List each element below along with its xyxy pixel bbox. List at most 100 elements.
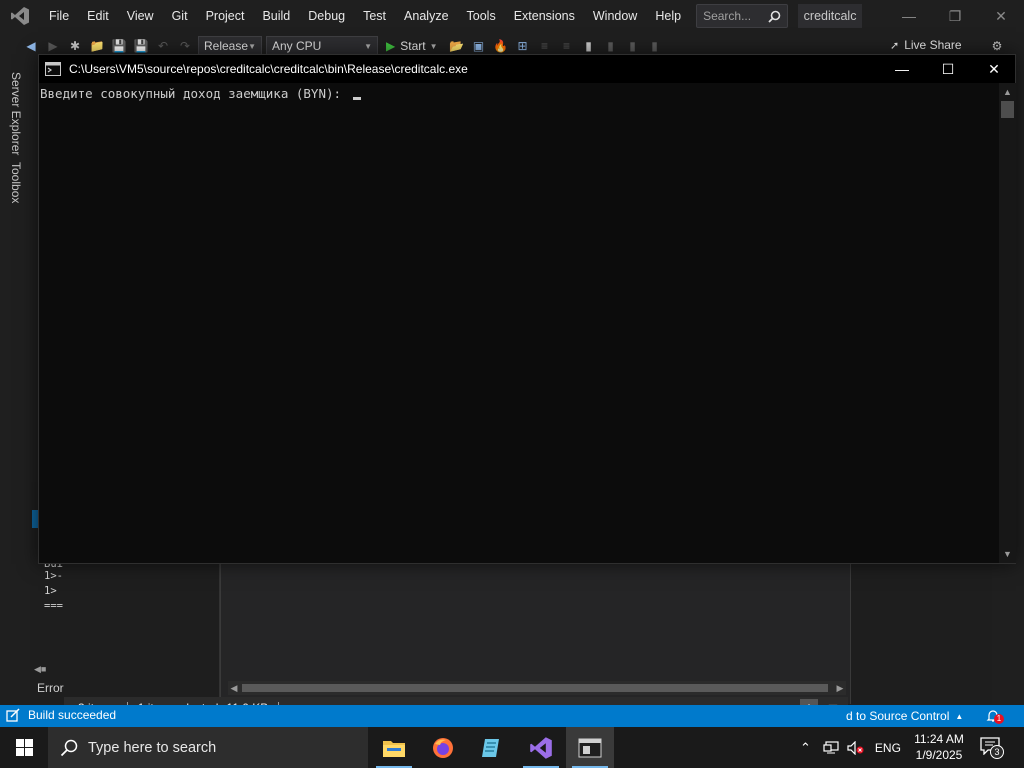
error-list-tab[interactable]: Error bbox=[37, 681, 64, 695]
text-cursor bbox=[352, 97, 361, 100]
input-language-indicator[interactable]: ENG bbox=[875, 741, 901, 755]
build-status-icon bbox=[6, 708, 20, 722]
search-input[interactable]: Search... bbox=[696, 4, 789, 28]
scrollbar-thumb[interactable] bbox=[242, 684, 828, 692]
redo-icon[interactable]: ↷ bbox=[176, 37, 194, 55]
taskbar-search-box[interactable]: Type here to search bbox=[48, 727, 368, 768]
server-explorer-tab[interactable]: Server Explorer bbox=[9, 72, 23, 155]
undo-icon[interactable]: ↶ bbox=[154, 37, 172, 55]
navigate-forward-icon[interactable]: ▶ bbox=[44, 37, 62, 55]
scroll-right-icon[interactable]: ▶ bbox=[834, 681, 846, 695]
debug-targets-icon[interactable]: ⊞ bbox=[514, 37, 532, 55]
console-output-area[interactable]: Введите совокупный доход заемщика (BYN): bbox=[39, 83, 999, 563]
save-icon[interactable]: 💾 bbox=[110, 37, 128, 55]
taskbar-search-placeholder: Type here to search bbox=[88, 739, 217, 756]
action-center-count-badge: 3 bbox=[990, 745, 1004, 759]
file-list-horizontal-scrollbar[interactable]: ◀ ▶ bbox=[228, 681, 846, 695]
bookmark-clear-icon[interactable]: ▮ bbox=[646, 37, 664, 55]
details-pane bbox=[850, 562, 992, 704]
start-debugging-button[interactable]: ▶ Start ▼ bbox=[386, 39, 438, 53]
hot-reload-icon[interactable]: 🔥 bbox=[492, 37, 510, 55]
platform-select[interactable]: Any CPU ▼ bbox=[266, 36, 378, 56]
search-placeholder: Search... bbox=[703, 9, 752, 23]
outdent-icon[interactable]: ≡ bbox=[558, 37, 576, 55]
chevron-up-icon: ▲ bbox=[955, 711, 964, 721]
solution-name-badge[interactable]: creditcalc bbox=[798, 4, 863, 28]
menu-analyze[interactable]: Analyze bbox=[395, 0, 457, 32]
indent-icon[interactable]: ≡ bbox=[536, 37, 554, 55]
open-folder-icon[interactable]: 📁 bbox=[88, 37, 106, 55]
screenshot-icon[interactable]: ▣ bbox=[470, 37, 488, 55]
console-vertical-scrollbar[interactable]: ▲ ▼ bbox=[999, 83, 1016, 563]
bookmark-icon[interactable]: ▮ bbox=[580, 37, 598, 55]
taskbar-notepad-app[interactable] bbox=[467, 727, 515, 768]
bookmark-prev-icon[interactable]: ▮ bbox=[602, 37, 620, 55]
console-maximize-button[interactable]: ☐ bbox=[925, 55, 971, 83]
windows-taskbar: Type here to search ⌃ ENG 11:24 AM 1/9/2… bbox=[0, 727, 1024, 768]
tray-overflow-chevron-icon[interactable]: ⌃ bbox=[800, 740, 811, 756]
notepad-icon bbox=[482, 738, 499, 757]
network-icon[interactable] bbox=[823, 740, 839, 755]
vs-close-button[interactable]: ✕ bbox=[978, 0, 1024, 32]
new-project-icon[interactable]: ✱ bbox=[66, 37, 84, 55]
navigate-back-icon[interactable]: ◀ bbox=[22, 37, 40, 55]
menu-help[interactable]: Help bbox=[646, 0, 690, 32]
visual-studio-icon bbox=[530, 736, 552, 759]
action-center-button[interactable]: 3 bbox=[980, 737, 1004, 759]
menu-window[interactable]: Window bbox=[584, 0, 646, 32]
menu-test[interactable]: Test bbox=[354, 0, 395, 32]
windows-logo-icon bbox=[15, 739, 33, 756]
menu-extensions[interactable]: Extensions bbox=[505, 0, 584, 32]
menu-view[interactable]: View bbox=[118, 0, 163, 32]
visual-studio-logo-icon bbox=[0, 0, 40, 32]
vs-minimize-button[interactable]: — bbox=[886, 0, 932, 32]
taskbar-firefox[interactable] bbox=[419, 727, 467, 768]
menu-git[interactable]: Git bbox=[163, 0, 197, 32]
left-tool-strip: Server Explorer Toolbox bbox=[0, 60, 28, 705]
menu-build[interactable]: Build bbox=[253, 0, 299, 32]
build-status-text: Build succeeded bbox=[28, 708, 117, 722]
live-share-button[interactable]: ➚ Live Share bbox=[890, 38, 962, 52]
menu-debug[interactable]: Debug bbox=[299, 0, 354, 32]
toolbox-tab[interactable]: Toolbox bbox=[9, 162, 23, 203]
notification-count-badge: 1 bbox=[994, 714, 1004, 724]
taskbar-console-app[interactable] bbox=[566, 727, 614, 768]
scrollbar-thumb[interactable] bbox=[1001, 101, 1014, 118]
menu-project[interactable]: Project bbox=[197, 0, 254, 32]
browse-folder-icon[interactable]: 📂 bbox=[448, 37, 466, 55]
console-app-icon bbox=[578, 738, 602, 757]
console-prompt-line: Введите совокупный доход заемщика (BYN): bbox=[40, 86, 361, 101]
console-prompt-text: Введите совокупный доход заемщика (BYN): bbox=[40, 86, 349, 101]
live-share-label: Live Share bbox=[904, 38, 962, 52]
scroll-down-icon[interactable]: ▼ bbox=[999, 547, 1016, 561]
console-window[interactable]: C:\Users\VM5\source\repos\creditcalc\cre… bbox=[38, 54, 1016, 564]
output-scroll-left-icon[interactable]: ◀■ bbox=[34, 664, 64, 676]
notifications-button[interactable]: 1 bbox=[984, 708, 1006, 724]
volume-muted-icon[interactable] bbox=[847, 740, 865, 755]
menu-edit[interactable]: Edit bbox=[78, 0, 118, 32]
taskbar-file-explorer[interactable] bbox=[370, 727, 418, 768]
feedback-icon[interactable]: ⚙ bbox=[988, 37, 1006, 55]
taskbar-visual-studio[interactable] bbox=[517, 727, 565, 768]
console-minimize-button[interactable]: — bbox=[879, 55, 925, 83]
scroll-left-icon[interactable]: ◀ bbox=[228, 681, 240, 695]
configuration-select[interactable]: Release ▼ bbox=[198, 36, 262, 56]
play-icon: ▶ bbox=[386, 39, 396, 53]
menu-tools[interactable]: Tools bbox=[458, 0, 505, 32]
vs-status-bar: Build succeeded d to Source Control ▲ 1 bbox=[0, 705, 1024, 727]
scroll-up-icon[interactable]: ▲ bbox=[999, 85, 1016, 99]
windows-start-button[interactable] bbox=[0, 727, 48, 768]
bookmark-next-icon[interactable]: ▮ bbox=[624, 37, 642, 55]
search-icon bbox=[60, 739, 78, 756]
save-all-icon[interactable]: 💾 bbox=[132, 37, 150, 55]
main-menu: File Edit View Git Project Build Debug T… bbox=[40, 0, 690, 32]
add-to-source-control-button[interactable]: d to Source Control ▲ bbox=[846, 709, 963, 723]
console-app-icon bbox=[45, 62, 61, 76]
console-title-bar[interactable]: C:\Users\VM5\source\repos\creditcalc\cre… bbox=[39, 55, 1015, 83]
console-close-button[interactable]: ✕ bbox=[971, 55, 1017, 83]
vs-restore-button[interactable]: ❐ bbox=[932, 0, 978, 32]
menu-file[interactable]: File bbox=[40, 0, 78, 32]
taskbar-clock[interactable]: 11:24 AM 1/9/2025 bbox=[910, 731, 968, 763]
start-label: Start bbox=[400, 39, 426, 53]
clock-date: 1/9/2025 bbox=[915, 748, 963, 762]
